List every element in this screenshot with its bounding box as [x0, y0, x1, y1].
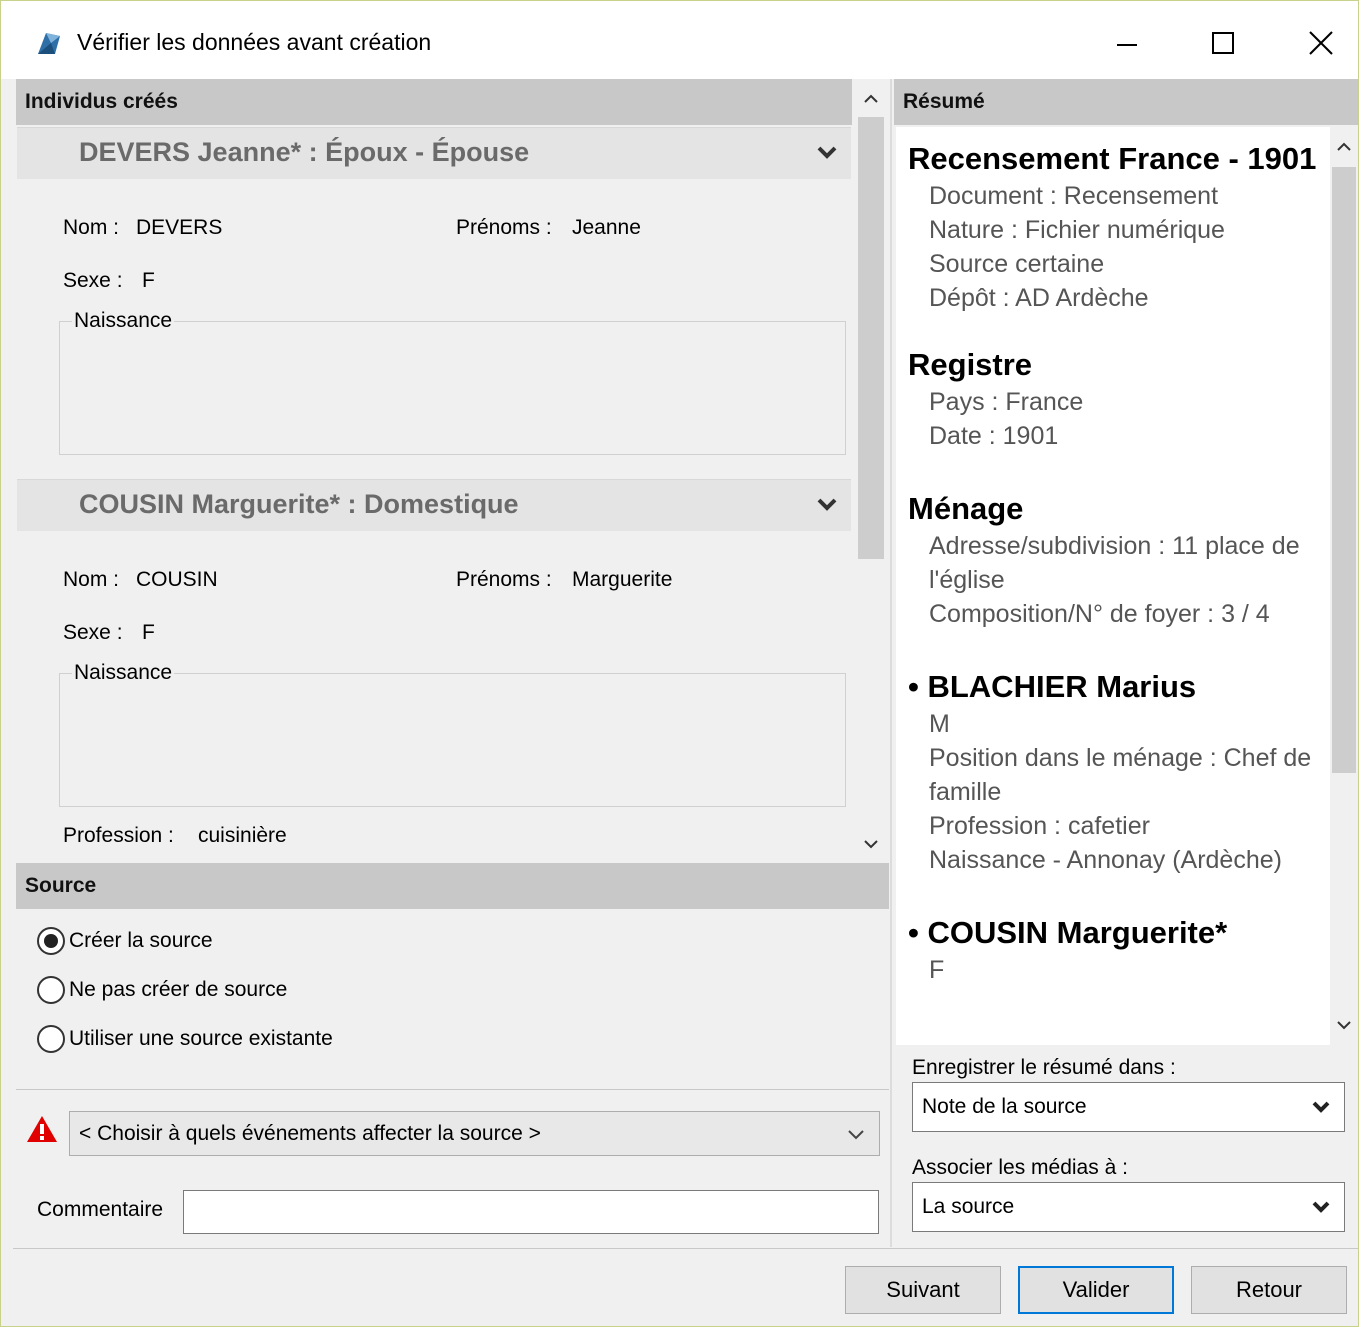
chevron-down-icon: [817, 146, 837, 159]
summary-line: Profession : cafetier: [929, 812, 1150, 840]
panel-separator: [890, 79, 892, 1247]
sexe-label: Sexe :: [63, 269, 123, 292]
naissance-groupbox: Naissance: [59, 661, 846, 807]
person-header-devers[interactable]: DEVERS Jeanne* : Époux - Épouse: [17, 127, 851, 179]
chevron-down-icon: [817, 498, 837, 511]
radio-no-source[interactable]: Ne pas créer de source: [37, 976, 287, 1004]
validate-button[interactable]: Valider: [1018, 1266, 1174, 1314]
next-button[interactable]: Suivant: [845, 1266, 1001, 1314]
summary-line: Source certaine: [929, 250, 1105, 278]
prenoms-value: Jeanne: [572, 216, 641, 239]
maximize-icon: [1212, 32, 1234, 54]
naissance-label: Naissance: [72, 661, 175, 685]
sexe-value: F: [142, 269, 155, 292]
summary-line: Pays : France: [929, 388, 1084, 416]
sexe-label: Sexe :: [63, 621, 123, 644]
individuals-header: Individus créés: [16, 79, 852, 125]
comment-input[interactable]: [183, 1190, 879, 1234]
nom-value: COUSIN: [136, 568, 218, 591]
chevron-down-icon: [848, 1129, 864, 1139]
save-summary-value: Note de la source: [922, 1095, 1087, 1118]
scroll-up-icon[interactable]: [1334, 137, 1354, 157]
radio-existing-source[interactable]: Utiliser une source existante: [37, 1025, 333, 1053]
radio-label: Utiliser une source existante: [69, 1027, 333, 1050]
radio-label: Créer la source: [69, 929, 213, 952]
radio-button[interactable]: [37, 976, 65, 1004]
save-summary-select[interactable]: Note de la source: [912, 1082, 1345, 1132]
summary-line: Dépôt : AD Ardèche: [929, 284, 1149, 312]
chevron-down-icon: [1312, 1201, 1330, 1213]
summary-content: Recensement France - 1901 Document : Rec…: [896, 127, 1330, 1045]
scroll-thumb[interactable]: [1332, 167, 1356, 773]
media-label: Associer les médias à :: [912, 1156, 1128, 1179]
summary-heading: Recensement France - 1901: [908, 141, 1317, 176]
radio-label: Ne pas créer de source: [69, 978, 288, 1001]
chevron-down-icon: [1312, 1101, 1330, 1113]
summary-heading: • BLACHIER Marius: [908, 669, 1197, 704]
nom-label: Nom :: [63, 568, 120, 591]
summary-heading: Ménage: [908, 491, 1024, 526]
sexe-value: F: [142, 621, 155, 644]
warning-icon: [27, 1116, 57, 1142]
media-value: La source: [922, 1195, 1015, 1218]
close-button[interactable]: [1291, 19, 1351, 67]
profession-value: cuisinière: [198, 824, 287, 847]
back-button[interactable]: Retour: [1191, 1266, 1347, 1314]
summary-scrollbar[interactable]: [1330, 127, 1358, 1045]
summary-line: F: [929, 956, 945, 984]
app-icon: [38, 33, 60, 54]
summary-line: Naissance - Annonay (Ardèche): [929, 846, 1282, 874]
summary-line: Nature : Fichier numérique: [929, 216, 1225, 244]
nom-value: DEVERS: [136, 216, 223, 239]
summary-line: Position dans le ménage : Chef de famill…: [929, 744, 1312, 806]
scroll-down-icon[interactable]: [1334, 1015, 1354, 1035]
person-title: DEVERS Jeanne* : Époux - Épouse: [79, 137, 530, 167]
summary-heading: • COUSIN Marguerite*: [908, 915, 1228, 950]
summary-header: Résumé: [894, 79, 1358, 125]
summary-line: Date : 1901: [929, 422, 1059, 450]
close-icon: [1309, 31, 1333, 55]
maximize-button[interactable]: [1193, 19, 1253, 67]
naissance-label: Naissance: [72, 309, 175, 333]
profession-label: Profession :: [63, 824, 174, 847]
comment-label: Commentaire: [37, 1198, 164, 1221]
radio-button[interactable]: [37, 1025, 65, 1053]
minimize-button[interactable]: [1097, 19, 1157, 67]
window-title: Vérifier les données avant création: [77, 29, 432, 55]
summary-line: Adresse/subdivision : 11 place de l'égli…: [929, 532, 1300, 594]
summary-line: Composition/N° de foyer : 3 / 4: [929, 600, 1270, 628]
scroll-thumb[interactable]: [858, 117, 884, 559]
radio-create-source[interactable]: Créer la source: [37, 927, 213, 955]
prenoms-value: Marguerite: [572, 568, 673, 591]
divider: [16, 1089, 889, 1090]
scroll-down-icon[interactable]: [861, 834, 881, 854]
summary-line: M: [929, 710, 950, 738]
individuals-scrollbar[interactable]: [854, 79, 888, 861]
radio-button[interactable]: [37, 927, 65, 955]
title-bar: Vérifier les données avant création: [1, 1, 1358, 79]
dialog-window: Vérifier les données avant création Indi…: [0, 0, 1359, 1327]
person-title: COUSIN Marguerite* : Domestique: [79, 489, 519, 519]
divider: [13, 1248, 1358, 1249]
summary-line: Document : Recensement: [929, 182, 1219, 210]
event-select-value: < Choisir à quels événements affecter la…: [79, 1121, 541, 1145]
nom-label: Nom :: [63, 216, 120, 239]
event-select[interactable]: < Choisir à quels événements affecter la…: [69, 1111, 880, 1156]
summary-heading: Registre: [908, 347, 1033, 382]
minimize-icon: [1117, 44, 1137, 46]
save-summary-label: Enregistrer le résumé dans :: [912, 1056, 1176, 1079]
scroll-up-icon[interactable]: [861, 89, 881, 109]
prenoms-label: Prénoms :: [456, 568, 552, 591]
naissance-groupbox: Naissance: [59, 309, 846, 455]
person-header-cousin[interactable]: COUSIN Marguerite* : Domestique: [17, 479, 851, 531]
media-select[interactable]: La source: [912, 1182, 1345, 1232]
source-header: Source: [16, 863, 889, 909]
prenoms-label: Prénoms :: [456, 216, 552, 239]
